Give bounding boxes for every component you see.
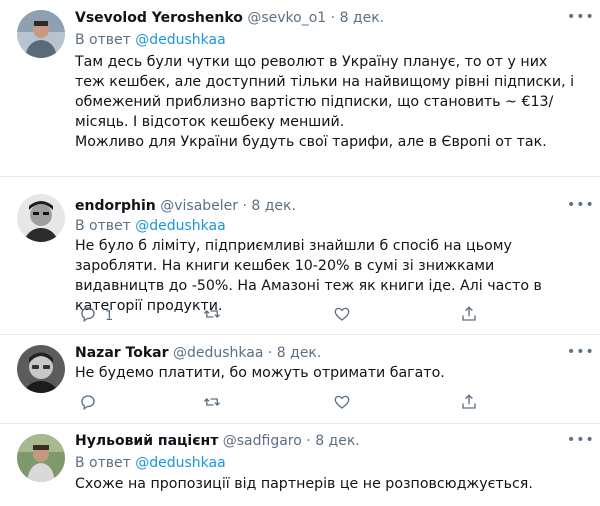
- reply-count: 1: [105, 308, 114, 324]
- tweet-text: Не було б ліміту, підприємливі знайшли б…: [75, 236, 575, 316]
- reply-to-handle[interactable]: @dedushkaa: [135, 455, 225, 471]
- tweet[interactable]: Нульовий пацієнт @sadfigaro · 8 дек. •••…: [0, 424, 600, 506]
- tweet[interactable]: Nazar Tokar @dedushkaa · 8 дек. ••• Не б…: [0, 335, 600, 423]
- share-button[interactable]: [460, 394, 478, 414]
- like-icon: [333, 305, 351, 327]
- more-dots-icon[interactable]: •••: [567, 10, 594, 30]
- more-dots-icon[interactable]: •••: [567, 345, 594, 365]
- retweet-icon: [203, 393, 221, 415]
- tweet-date[interactable]: 8 дек.: [340, 10, 385, 26]
- more-dots-icon[interactable]: •••: [567, 433, 594, 453]
- retweet-icon: [203, 305, 221, 327]
- share-button[interactable]: [460, 306, 478, 326]
- tweet-text: Схоже на пропозиції від партнерів це не …: [75, 474, 575, 494]
- retweet-button[interactable]: [203, 394, 221, 414]
- tweet-date[interactable]: 8 дек.: [315, 433, 360, 449]
- separator-dot: ·: [330, 10, 336, 26]
- reply-context: В ответ @dedushkaa: [75, 30, 226, 50]
- reply-prefix: В ответ: [75, 455, 131, 471]
- tweet-actions: 1: [75, 306, 525, 326]
- retweet-button[interactable]: [203, 306, 221, 326]
- reply-button[interactable]: 1: [79, 306, 113, 326]
- reply-context: В ответ @dedushkaa: [75, 216, 226, 236]
- reply-to-handle[interactable]: @dedushkaa: [135, 32, 225, 48]
- tweet-paragraph: Схоже на пропозиції від партнерів це не …: [75, 476, 533, 492]
- tweet-date[interactable]: 8 дек.: [251, 198, 296, 214]
- tweet-paragraph: Не було б ліміту, підприємливі знайшли б…: [75, 238, 542, 314]
- tweet-actions: [75, 394, 525, 414]
- avatar[interactable]: [17, 10, 65, 58]
- reply-to-handle[interactable]: @dedushkaa: [135, 218, 225, 234]
- tweet-paragraph: Можливо для України будуть свої тарифи, …: [75, 134, 547, 150]
- tweet-header: Vsevolod Yeroshenko @sevko_o1 · 8 дек.: [75, 8, 384, 28]
- author-name[interactable]: Vsevolod Yeroshenko: [75, 10, 243, 26]
- author-handle[interactable]: @sevko_o1: [247, 10, 326, 26]
- reply-prefix: В ответ: [75, 218, 131, 234]
- like-button[interactable]: [333, 306, 351, 326]
- reply-icon: [79, 305, 97, 327]
- author-name[interactable]: endorphin: [75, 198, 156, 214]
- tweet-header: endorphin @visabeler · 8 дек.: [75, 196, 296, 216]
- reply-prefix: В ответ: [75, 32, 131, 48]
- tweet-paragraph: Там десь були чутки що револют в Україну…: [75, 54, 575, 130]
- more-dots-icon[interactable]: •••: [567, 198, 594, 218]
- like-icon: [333, 393, 351, 415]
- like-button[interactable]: [333, 394, 351, 414]
- avatar[interactable]: [17, 345, 65, 393]
- avatar[interactable]: [17, 194, 65, 242]
- author-name[interactable]: Nazar Tokar: [75, 345, 169, 361]
- share-icon: [460, 305, 478, 327]
- separator-dot: ·: [242, 198, 247, 214]
- author-handle[interactable]: @dedushkaa: [173, 345, 263, 361]
- avatar[interactable]: [17, 434, 65, 482]
- reply-button[interactable]: [79, 394, 97, 414]
- tweet-header: Nazar Tokar @dedushkaa · 8 дек.: [75, 343, 321, 363]
- separator-dot: ·: [306, 433, 311, 449]
- tweet-text: Не будемо платити, бо можуть отримати ба…: [75, 363, 575, 383]
- reply-icon: [79, 393, 97, 415]
- author-handle[interactable]: @visabeler: [160, 198, 238, 214]
- tweet-date[interactable]: 8 дек.: [277, 345, 322, 361]
- tweet-paragraph: Не будемо платити, бо можуть отримати ба…: [75, 365, 445, 381]
- separator-dot: ·: [267, 345, 273, 361]
- tweet-header: Нульовий пацієнт @sadfigaro · 8 дек.: [75, 431, 360, 451]
- tweet[interactable]: endorphin @visabeler · 8 дек. ••• В отве…: [0, 177, 600, 334]
- author-handle[interactable]: @sadfigaro: [223, 433, 302, 449]
- tweet[interactable]: Vsevolod Yeroshenko @sevko_o1 · 8 дек. •…: [0, 0, 600, 176]
- share-icon: [460, 393, 478, 415]
- tweet-text: Там десь були чутки що револют в Україну…: [75, 52, 575, 152]
- author-name[interactable]: Нульовий пацієнт: [75, 433, 218, 449]
- reply-context: В ответ @dedushkaa: [75, 453, 226, 473]
